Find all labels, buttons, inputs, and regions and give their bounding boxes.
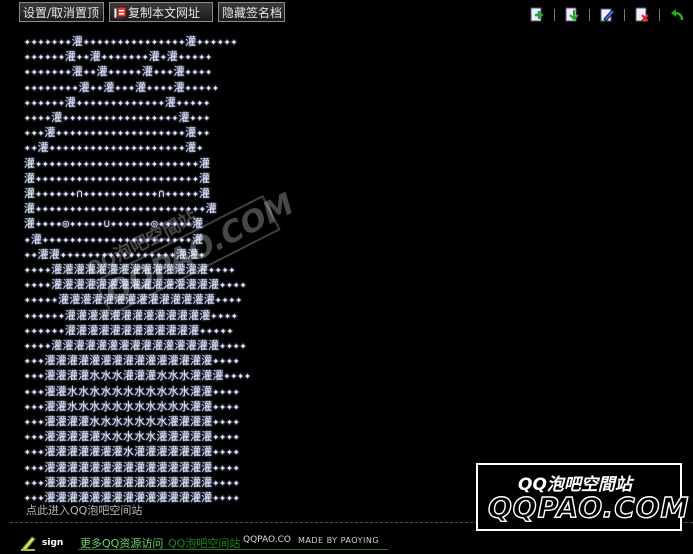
toolbar: 设置/取消置顶 复制本文网址 隐藏签名档 — [0, 0, 693, 28]
site-logo: QQ泡吧空間站 QQPAO.COM — [476, 463, 689, 531]
made-by-text: MADE BY PAOYING — [298, 536, 380, 545]
hide-signature-button[interactable]: 隐藏签名档 — [218, 2, 285, 22]
toolbar-divider — [659, 9, 660, 21]
logo-line2: QQPAO.COM — [487, 490, 690, 524]
copy-url-label: 复制本文网址 — [128, 6, 201, 20]
add-page-icon[interactable] — [529, 7, 545, 23]
footer-underline — [78, 549, 388, 550]
sign-label: sign — [42, 538, 64, 548]
pin-toggle-label: 设置/取消置顶 — [23, 6, 100, 20]
copy-url-button[interactable]: 复制本文网址 — [109, 2, 213, 22]
delete-icon[interactable] — [634, 7, 650, 23]
back-arrow-icon[interactable] — [669, 7, 685, 23]
toolbar-divider — [624, 9, 625, 21]
copy-link-icon — [113, 6, 127, 20]
signature-footer: sign 更多QQ资源访问 QQ泡吧空间站 QQPAO.CO MADE BY P… — [0, 531, 693, 554]
enter-site-link[interactable]: 点此进入QQ泡吧空间站 — [26, 502, 142, 518]
download-icon[interactable] — [564, 7, 580, 23]
toolbar-icons — [529, 6, 685, 24]
toolbar-divider — [589, 9, 590, 21]
sign-pen-icon: sign — [20, 533, 70, 552]
pin-toggle-button[interactable]: 设置/取消置顶 — [19, 2, 104, 22]
brand-text: QQPAO.CO — [243, 535, 291, 545]
hide-signature-label: 隐藏签名档 — [222, 6, 283, 20]
edit-icon[interactable] — [599, 7, 615, 23]
toolbar-divider — [554, 9, 555, 21]
